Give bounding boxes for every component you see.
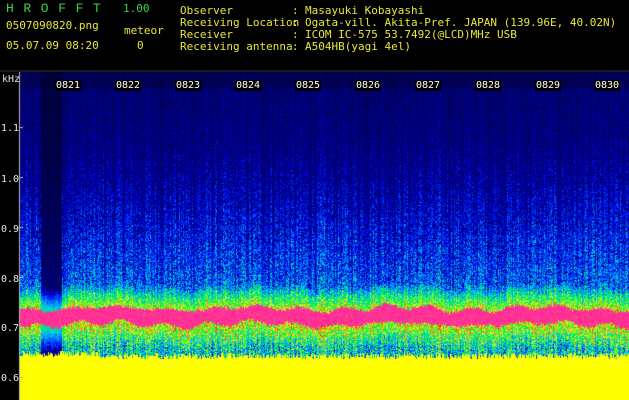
- spectrogram-canvas: [0, 72, 629, 400]
- time-tick-0825: 0825: [295, 80, 322, 91]
- y-tick-0-6: 0.6: [0, 373, 19, 384]
- y-tick-0-7: 0.7: [0, 323, 19, 334]
- y-tick-1-1: 1.1: [0, 123, 19, 134]
- time-tick-0830: 0830: [594, 80, 621, 91]
- time-tick-0822: 0822: [115, 80, 142, 91]
- time-tick-0821: 0821: [55, 80, 82, 91]
- app-version: 1.00: [123, 2, 150, 15]
- meteor-label: meteor: [124, 24, 164, 37]
- antenna-label: Receiving antenna: [180, 40, 293, 53]
- time-tick-0829: 0829: [535, 80, 562, 91]
- time-tick-0823: 0823: [175, 80, 202, 91]
- y-tick-1-0: 1.0: [0, 174, 19, 185]
- y-tick-0-9: 0.9: [0, 224, 19, 235]
- time-tick-0828: 0828: [475, 80, 502, 91]
- header-panel: HROFFT 1.00 0507090820.png 05.07.09 08:2…: [0, 0, 629, 72]
- app-title: HROFFT: [6, 1, 111, 16]
- file-name: 0507090820.png: [6, 19, 99, 32]
- antenna-value: A504HB(yagi 4el): [305, 40, 411, 53]
- meteor-count: 0: [137, 39, 144, 52]
- time-tick-0826: 0826: [355, 80, 382, 91]
- time-tick-0824: 0824: [235, 80, 262, 91]
- y-tick-0-8: 0.8: [0, 274, 19, 285]
- date-time: 05.07.09 08:20: [6, 39, 99, 52]
- frequency-unit: kHz: [2, 74, 21, 85]
- time-tick-0827: 0827: [415, 80, 442, 91]
